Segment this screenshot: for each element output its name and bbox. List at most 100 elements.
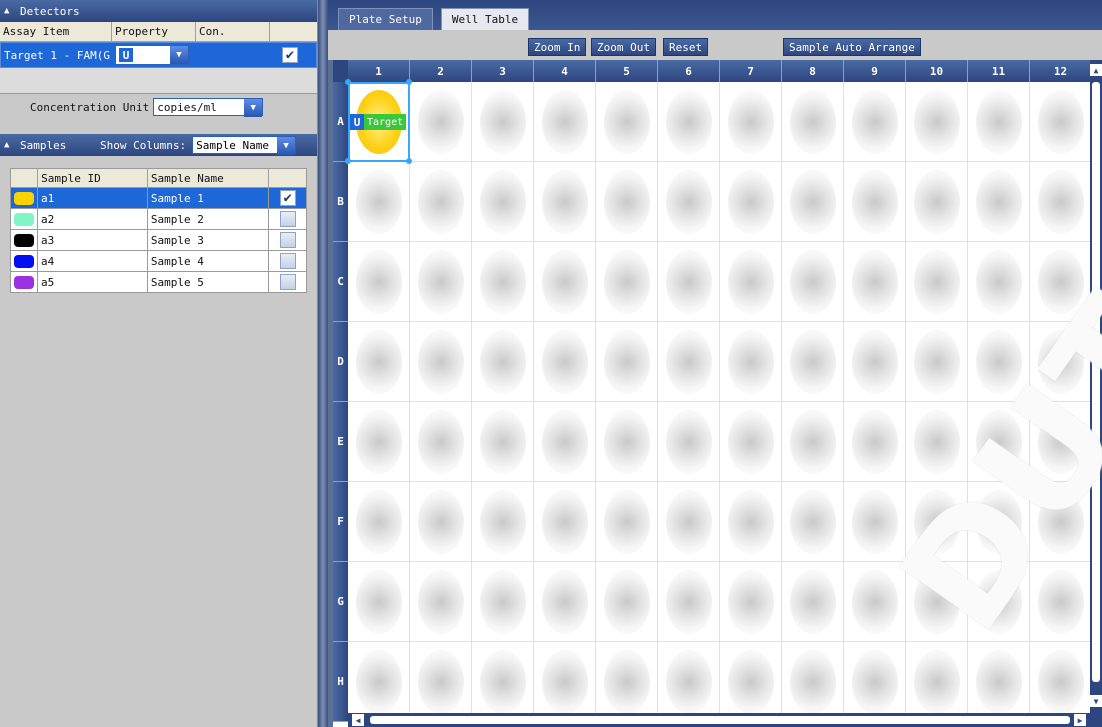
- plate-well[interactable]: [596, 402, 658, 482]
- plate-well[interactable]: [968, 402, 1030, 482]
- plate-well[interactable]: [720, 482, 782, 562]
- plate-well[interactable]: [534, 562, 596, 642]
- plate-well[interactable]: [348, 642, 410, 722]
- resize-handle[interactable]: [406, 79, 412, 85]
- sample-checkbox[interactable]: [279, 253, 296, 269]
- sample-row[interactable]: a5 Sample 5: [11, 272, 306, 293]
- sample-row[interactable]: a2 Sample 2: [11, 209, 306, 230]
- plate-well[interactable]: [348, 162, 410, 242]
- plate-well[interactable]: [720, 642, 782, 722]
- plate-well[interactable]: [410, 162, 472, 242]
- plate-well[interactable]: [782, 82, 844, 162]
- plate-well[interactable]: [472, 642, 534, 722]
- plate-well[interactable]: [410, 242, 472, 322]
- plate-well[interactable]: [782, 242, 844, 322]
- plate-well[interactable]: [782, 482, 844, 562]
- plate-well[interactable]: [720, 82, 782, 162]
- plate-column-header[interactable]: 12: [1030, 60, 1092, 82]
- plate-well[interactable]: [844, 242, 906, 322]
- plate-column-header[interactable]: 11: [968, 60, 1030, 82]
- plate-well[interactable]: [472, 402, 534, 482]
- plate-well[interactable]: [472, 562, 534, 642]
- plate-well[interactable]: [844, 482, 906, 562]
- sample-checkbox[interactable]: [279, 211, 296, 227]
- plate-well[interactable]: [1030, 562, 1092, 642]
- property-select[interactable]: U ▼: [115, 45, 189, 65]
- plate-well[interactable]: [782, 562, 844, 642]
- plate-well[interactable]: [906, 402, 968, 482]
- horizontal-scroll-thumb[interactable]: [370, 716, 1070, 724]
- plate-well[interactable]: [410, 82, 472, 162]
- plate-well[interactable]: [906, 322, 968, 402]
- resize-handle[interactable]: [345, 158, 351, 164]
- plate-well[interactable]: [348, 402, 410, 482]
- chevron-down-icon[interactable]: ▼: [244, 99, 263, 117]
- chevron-down-icon[interactable]: ▼: [170, 46, 188, 64]
- col-sample-name[interactable]: Sample Name: [148, 169, 270, 187]
- plate-well[interactable]: [658, 642, 720, 722]
- plate-well[interactable]: [596, 322, 658, 402]
- plate-well[interactable]: [968, 562, 1030, 642]
- samples-header[interactable]: ▲ Samples Show Columns: Sample Name ▼: [0, 134, 317, 156]
- plate-well[interactable]: [968, 242, 1030, 322]
- sample-color-swatch[interactable]: [14, 254, 34, 268]
- sample-color-swatch[interactable]: [14, 275, 34, 289]
- horizontal-scrollbar[interactable]: ◀ ▶: [348, 713, 1090, 727]
- plate-well[interactable]: [782, 322, 844, 402]
- collapse-icon[interactable]: ▲: [4, 140, 20, 150]
- plate-well[interactable]: [1030, 82, 1092, 162]
- plate-well[interactable]: [844, 162, 906, 242]
- plate-well[interactable]: [596, 642, 658, 722]
- zoom-in-button[interactable]: Zoom In: [528, 38, 587, 56]
- chevron-down-icon[interactable]: ▼: [277, 137, 296, 155]
- reset-button[interactable]: Reset: [663, 38, 709, 56]
- plate-well[interactable]: [658, 402, 720, 482]
- vertical-scrollbar[interactable]: ▲ ▼: [1090, 60, 1102, 727]
- plate-well[interactable]: [348, 482, 410, 562]
- plate-well[interactable]: [658, 242, 720, 322]
- plate-well[interactable]: [906, 82, 968, 162]
- plate-column-header[interactable]: 5: [596, 60, 658, 82]
- plate-well[interactable]: [472, 82, 534, 162]
- sample-row[interactable]: a3 Sample 3: [11, 230, 306, 251]
- plate-well[interactable]: [472, 162, 534, 242]
- plate-well[interactable]: [720, 322, 782, 402]
- plate-row-header[interactable]: G: [333, 562, 348, 642]
- plate-well[interactable]: [596, 82, 658, 162]
- plate-row-header[interactable]: H: [333, 642, 348, 722]
- plate-well[interactable]: [1030, 402, 1092, 482]
- plate-well[interactable]: [534, 82, 596, 162]
- plate-well[interactable]: [596, 162, 658, 242]
- plate-well[interactable]: [534, 242, 596, 322]
- plate-well[interactable]: [658, 82, 720, 162]
- plate-well[interactable]: [968, 82, 1030, 162]
- sample-checkbox[interactable]: ✔: [279, 190, 296, 206]
- sample-color-swatch[interactable]: [14, 212, 34, 226]
- sample-row[interactable]: a4 Sample 4: [11, 251, 306, 272]
- plate-well[interactable]: [596, 482, 658, 562]
- plate-well[interactable]: [782, 642, 844, 722]
- plate-well[interactable]: [534, 322, 596, 402]
- plate-column-header[interactable]: 2: [410, 60, 472, 82]
- plate-row-header[interactable]: A: [333, 82, 348, 162]
- zoom-out-button[interactable]: Zoom Out: [591, 38, 656, 56]
- plate-well[interactable]: [596, 562, 658, 642]
- plate-column-header[interactable]: 3: [472, 60, 534, 82]
- plate-well[interactable]: [472, 242, 534, 322]
- plate-well[interactable]: [472, 322, 534, 402]
- plate-well[interactable]: [782, 402, 844, 482]
- sample-color-swatch[interactable]: [14, 191, 34, 205]
- plate-well[interactable]: [658, 562, 720, 642]
- col-property[interactable]: Property: [112, 22, 196, 41]
- plate-well[interactable]: [720, 562, 782, 642]
- vertical-scroll-thumb[interactable]: [1092, 82, 1100, 682]
- scroll-down-icon[interactable]: ▼: [1090, 695, 1102, 707]
- plate-well[interactable]: [410, 482, 472, 562]
- plate-well[interactable]: [844, 642, 906, 722]
- sample-auto-arrange-button[interactable]: Sample Auto Arrange: [783, 38, 921, 56]
- sample-checkbox[interactable]: [279, 232, 296, 248]
- collapse-icon[interactable]: ▲: [4, 6, 20, 16]
- plate-well[interactable]: [844, 402, 906, 482]
- plate-well[interactable]: [534, 482, 596, 562]
- plate-well[interactable]: U Target: [345, 79, 412, 164]
